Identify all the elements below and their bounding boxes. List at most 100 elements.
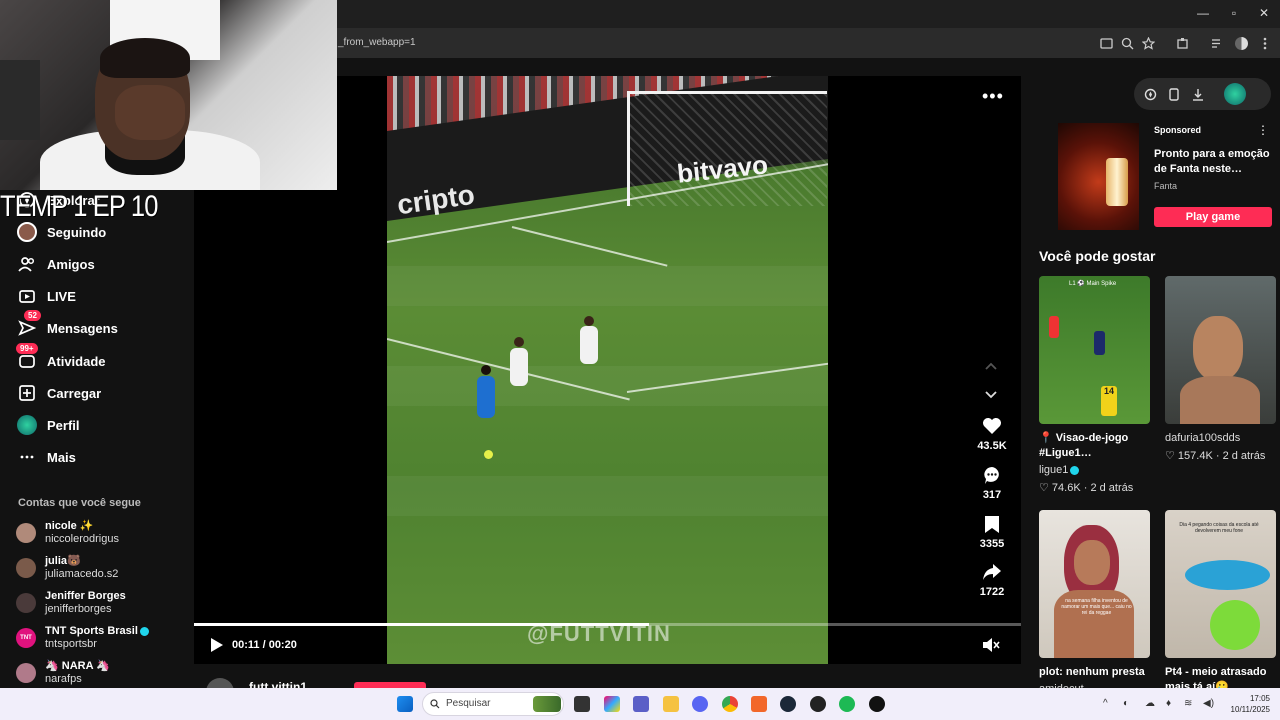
following-account[interactable]: Jeniffer Borges jenifferborges bbox=[16, 587, 186, 619]
zoom-icon[interactable] bbox=[1119, 35, 1135, 51]
account-handle: tntsportsbr bbox=[45, 638, 97, 650]
video-thumbnail[interactable]: na semana filha inventou de namorar um m… bbox=[1039, 510, 1150, 658]
volume-icon[interactable]: ◀) bbox=[1203, 698, 1214, 709]
wifi-icon[interactable]: ≋ bbox=[1184, 698, 1192, 709]
avatar bbox=[16, 593, 36, 613]
nav-label: Atividade bbox=[47, 353, 106, 369]
account-handle: juliamacedo.s2 bbox=[45, 568, 119, 580]
nav-item-carregar[interactable]: Carregar bbox=[16, 381, 101, 405]
account-handle: jenifferborges bbox=[45, 603, 112, 615]
previous-video-chevron-up-icon[interactable] bbox=[985, 357, 997, 373]
chrome-icon[interactable] bbox=[722, 696, 738, 712]
teams-icon[interactable] bbox=[633, 696, 649, 712]
player-head bbox=[481, 365, 491, 375]
explore-compass-icon[interactable] bbox=[1142, 86, 1158, 102]
minimize-button[interactable]: — bbox=[1193, 6, 1213, 20]
mute-button[interactable] bbox=[982, 637, 1000, 658]
recommended-video-card[interactable]: na semana filha inventou de namorar um m… bbox=[1039, 510, 1150, 697]
spotify-icon[interactable] bbox=[839, 696, 855, 712]
save-button[interactable]: 3355 bbox=[972, 514, 1012, 550]
cloud-icon[interactable]: ☁ bbox=[1145, 698, 1155, 709]
recommended-video-card[interactable]: Dia 4 pegando coisas da escola até devol… bbox=[1165, 510, 1276, 695]
comment-button[interactable]: 317 bbox=[972, 465, 1012, 501]
pitch-line bbox=[511, 226, 668, 267]
avatar bbox=[16, 221, 38, 243]
card-author: ligue1 bbox=[1039, 463, 1150, 478]
avatar: TNT bbox=[16, 628, 36, 648]
close-window-button[interactable]: ✕ bbox=[1254, 6, 1274, 20]
nav-item-live[interactable]: LIVE bbox=[16, 284, 76, 308]
copilot-icon[interactable] bbox=[604, 696, 620, 712]
tray-chevron-up-icon[interactable]: ^ bbox=[1103, 698, 1108, 709]
sponsored-label: Sponsored bbox=[1154, 125, 1202, 135]
account-handle: niccolerodrigus bbox=[45, 533, 119, 545]
video-player[interactable]: cripto bitvavo @FUTTVITIN bbox=[387, 76, 828, 664]
account-name: julia🐻 bbox=[45, 555, 81, 567]
microphone-icon[interactable]: ♦ bbox=[1166, 698, 1171, 709]
search-icon bbox=[430, 699, 440, 709]
windows-taskbar: Pesquisar ^ ◐ ☁ ♦ ≋ ◀) 17:05 10/11/2025 bbox=[0, 688, 1280, 720]
task-view-icon[interactable] bbox=[574, 696, 590, 712]
player-white bbox=[580, 326, 598, 364]
following-account[interactable]: 🦄 NARA 🦄 narafps bbox=[16, 657, 186, 689]
more-icon bbox=[16, 446, 38, 468]
app-icon[interactable] bbox=[869, 696, 885, 712]
discord-icon[interactable] bbox=[692, 696, 708, 712]
install-app-icon[interactable] bbox=[1098, 35, 1114, 51]
play-game-button[interactable]: Play game bbox=[1154, 207, 1272, 227]
profile-icon bbox=[16, 414, 38, 436]
nav-label: Mais bbox=[47, 449, 76, 465]
avatar bbox=[16, 663, 36, 683]
browser-menu-icon[interactable] bbox=[1257, 35, 1273, 51]
maximize-button[interactable]: ▫ bbox=[1224, 6, 1244, 20]
next-video-chevron-down-icon[interactable] bbox=[985, 386, 997, 402]
nav-item-amigos[interactable]: Amigos bbox=[16, 252, 95, 276]
following-account[interactable]: nicole ✨ niccolerodrigus bbox=[16, 517, 186, 549]
video-more-options-icon[interactable]: ••• bbox=[982, 86, 1004, 107]
save-count: 3355 bbox=[979, 538, 1005, 550]
recommended-video-card[interactable]: dafuria100sdds ♡ 157.4K · 2 d atrás bbox=[1165, 276, 1276, 464]
like-button[interactable]: 43.5K bbox=[972, 416, 1012, 452]
video-progress-bar[interactable] bbox=[194, 623, 1021, 626]
share-count: 1722 bbox=[979, 586, 1005, 598]
taskbar-clock[interactable]: 17:05 10/11/2025 bbox=[1222, 693, 1270, 715]
recommended-video-card[interactable]: L1 ⚽ Main Spike 14 📍 Visao-de-jogo #Ligu… bbox=[1039, 276, 1150, 496]
tray-app-icon[interactable]: ◐ bbox=[1123, 698, 1129, 709]
bookmark-star-icon[interactable] bbox=[1140, 35, 1156, 51]
sponsored-brand: Fanta bbox=[1154, 181, 1178, 191]
nav-item-atividade[interactable]: 99+ Atividade bbox=[16, 343, 106, 373]
nav-item-mais[interactable]: Mais bbox=[16, 445, 76, 469]
media-control-icon[interactable] bbox=[1209, 35, 1225, 51]
user-avatar[interactable] bbox=[1224, 83, 1246, 105]
account-name: Jeniffer Borges bbox=[45, 590, 126, 602]
phone-app-icon[interactable] bbox=[1166, 86, 1182, 102]
nav-item-mensagens[interactable]: 52 Mensagens bbox=[16, 310, 118, 340]
following-account[interactable]: TNT TNT Sports Brasil tntsportsbr bbox=[16, 622, 186, 654]
play-button[interactable] bbox=[210, 637, 224, 658]
app-icon[interactable] bbox=[810, 696, 826, 712]
video-thumbnail[interactable]: Dia 4 pegando coisas da escola até devol… bbox=[1165, 510, 1276, 658]
comment-icon bbox=[982, 465, 1002, 485]
nav-label: Mensagens bbox=[47, 320, 118, 336]
url-text[interactable]: _from_webapp=1 bbox=[338, 37, 416, 48]
download-icon[interactable] bbox=[1190, 86, 1206, 102]
file-explorer-icon[interactable] bbox=[663, 696, 679, 712]
card-title: plot: nenhum presta bbox=[1039, 666, 1145, 678]
sponsored-more-icon[interactable]: ⋮ bbox=[1257, 123, 1269, 137]
following-account[interactable]: julia🐻 juliamacedo.s2 bbox=[16, 552, 186, 584]
profile-avatar-icon[interactable] bbox=[1233, 35, 1249, 51]
nav-item-perfil[interactable]: Perfil bbox=[16, 413, 80, 437]
webcam-overlay bbox=[0, 0, 337, 190]
comment-count: 317 bbox=[982, 489, 1002, 501]
nav-label: Amigos bbox=[47, 256, 95, 272]
extensions-icon[interactable] bbox=[1174, 35, 1190, 51]
app-icon[interactable] bbox=[751, 696, 767, 712]
windows-start-icon[interactable] bbox=[397, 696, 413, 712]
taskbar-search[interactable]: Pesquisar bbox=[422, 692, 564, 716]
share-button[interactable]: 1722 bbox=[972, 562, 1012, 598]
steam-icon[interactable] bbox=[780, 696, 796, 712]
video-thumbnail[interactable]: L1 ⚽ Main Spike 14 bbox=[1039, 276, 1150, 424]
card-title: 📍 Visao-de-jogo #Ligue1… bbox=[1039, 432, 1129, 459]
player-white bbox=[510, 348, 528, 386]
video-thumbnail[interactable] bbox=[1165, 276, 1276, 424]
